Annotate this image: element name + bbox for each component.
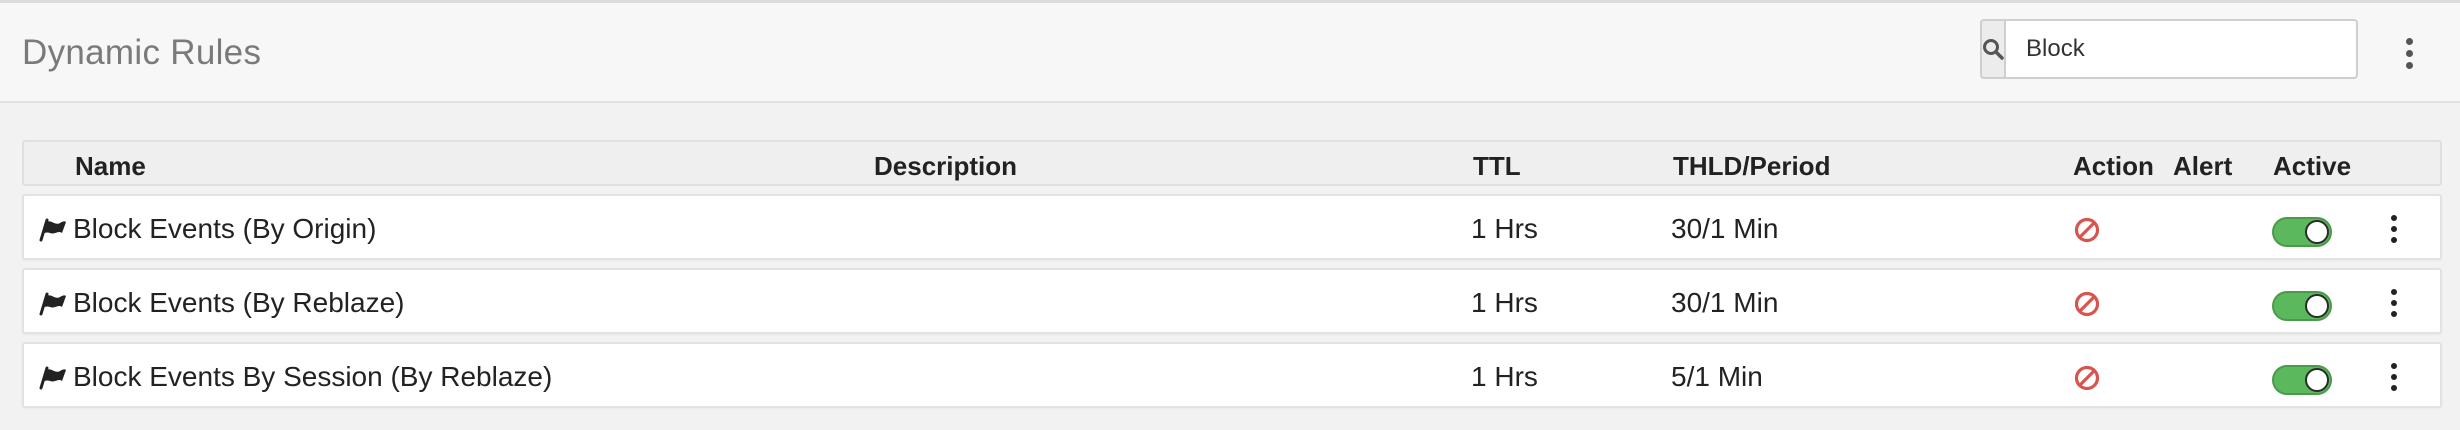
flag-icon [39, 292, 66, 316]
toggle-knob [2305, 220, 2329, 244]
flag-icon [39, 366, 66, 390]
rule-thld-period: 30/1 Min [1671, 287, 1779, 318]
search-box [1980, 19, 2358, 79]
rule-ttl: 1 Hrs [1471, 213, 1538, 244]
page-title: Dynamic Rules [22, 33, 262, 72]
more-vertical-icon [2405, 37, 2413, 45]
row-menu-button[interactable] [2382, 288, 2406, 318]
flag-icon [39, 218, 66, 242]
column-header-action[interactable]: Action [2073, 151, 2154, 182]
more-vertical-icon [2391, 215, 2397, 221]
rule-ttl: 1 Hrs [1471, 287, 1538, 318]
row-menu-button[interactable] [2382, 362, 2406, 392]
column-header-description[interactable]: Description [874, 151, 1017, 182]
column-header-active[interactable]: Active [2273, 151, 2351, 182]
search-button[interactable] [1980, 19, 2004, 79]
more-vertical-icon [2391, 363, 2397, 369]
block-icon [2074, 291, 2100, 317]
page-header: Dynamic Rules [0, 3, 2460, 103]
active-toggle[interactable] [2272, 291, 2332, 321]
header-menu-button[interactable] [2394, 31, 2424, 75]
column-header-name[interactable]: Name [75, 151, 146, 182]
rule-name[interactable]: Block Events (By Reblaze) [73, 287, 404, 319]
rule-thld-period: 5/1 Min [1671, 361, 1763, 392]
column-header-alert[interactable]: Alert [2173, 151, 2232, 182]
active-toggle[interactable] [2272, 217, 2332, 247]
active-toggle[interactable] [2272, 365, 2332, 395]
table-row[interactable]: Block Events (By Reblaze) 1 Hrs 30/1 Min [22, 268, 2442, 334]
more-vertical-icon [2391, 289, 2397, 295]
rule-ttl: 1 Hrs [1471, 361, 1538, 392]
search-input[interactable] [2004, 19, 2358, 79]
toggle-knob [2305, 294, 2329, 318]
rules-table: Name Description TTL THLD/Period Action … [22, 140, 2442, 408]
rule-name[interactable]: Block Events (By Origin) [73, 213, 376, 245]
rule-thld-period: 30/1 Min [1671, 213, 1779, 244]
table-row[interactable]: Block Events By Session (By Reblaze) 1 H… [22, 342, 2442, 408]
toggle-knob [2305, 368, 2329, 392]
block-icon [2074, 365, 2100, 391]
block-icon [2074, 217, 2100, 243]
column-header-ttl[interactable]: TTL [1473, 151, 1521, 182]
column-header-thld-period[interactable]: THLD/Period [1673, 151, 1830, 182]
table-row[interactable]: Block Events (By Origin) 1 Hrs 30/1 Min [22, 194, 2442, 260]
row-menu-button[interactable] [2382, 214, 2406, 244]
table-header: Name Description TTL THLD/Period Action … [22, 140, 2442, 186]
search-icon [1983, 39, 2004, 60]
rule-name[interactable]: Block Events By Session (By Reblaze) [73, 361, 552, 393]
